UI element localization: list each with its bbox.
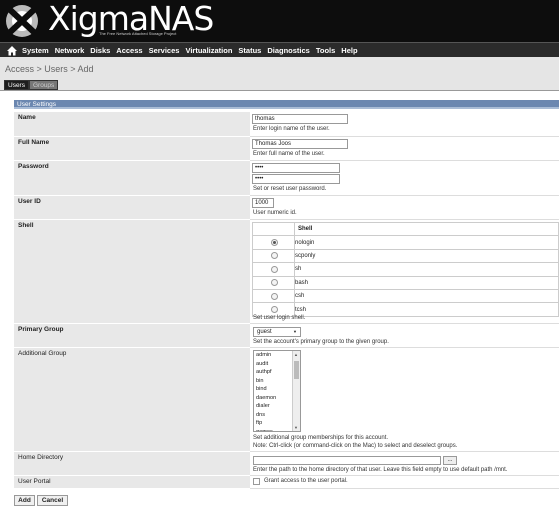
home-directory-label: Home Directory (14, 452, 250, 476)
list-scrollbar[interactable]: ▲ ▼ (292, 351, 300, 431)
shell-option-label: csh (294, 288, 559, 304)
shell-row[interactable]: scponly (252, 248, 559, 264)
group-option[interactable]: authpf (254, 368, 292, 377)
user-id-cell: 1000 User numeric id. (250, 196, 559, 220)
logo-subtitle: The Free Network Attached Storage Projec… (99, 31, 177, 36)
shell-radio-bash[interactable] (271, 279, 278, 287)
additional-group-desc: Set additional group memberships for thi… (253, 435, 389, 441)
shell-option-label: nologin (294, 235, 559, 250)
name-cell: thomas Enter login name of the user. (250, 112, 559, 137)
user-id-label: User ID (14, 196, 250, 220)
primary-group-select[interactable]: guest (253, 327, 301, 337)
full-name-cell: Thomas Joos Enter full name of the user. (250, 137, 559, 161)
scroll-up-icon[interactable]: ▲ (294, 352, 298, 357)
shell-row[interactable]: bash (252, 275, 559, 290)
user-id-input[interactable]: 1000 (252, 198, 274, 208)
full-name-label: Full Name (14, 137, 250, 161)
shell-table: Shell nologin scponly sh bash csh tcsh (252, 221, 559, 317)
shell-header-row: Shell (252, 221, 559, 237)
tab-groups[interactable]: Groups (28, 80, 59, 90)
tab-users[interactable]: Users (4, 80, 29, 90)
logo-icon (3, 3, 41, 39)
user-portal-checkbox[interactable] (253, 478, 260, 485)
password-input[interactable]: •••• (252, 163, 340, 173)
group-option[interactable]: ftp (254, 419, 292, 428)
full-name-input[interactable]: Thomas Joos (252, 139, 348, 149)
nav-disks[interactable]: Disks (90, 46, 110, 55)
user-id-desc: User numeric id. (253, 210, 297, 216)
shell-option-label: scponly (294, 248, 559, 264)
nav-access[interactable]: Access (116, 46, 142, 55)
name-label: Name (14, 112, 250, 137)
tab-bar: Users Groups (4, 80, 59, 90)
divider (0, 90, 559, 91)
full-name-desc: Enter full name of the user. (253, 151, 325, 157)
shell-row[interactable]: sh (252, 262, 559, 277)
nav-help[interactable]: Help (341, 46, 357, 55)
scroll-thumb[interactable] (294, 361, 299, 379)
shell-col-header: Shell (294, 221, 559, 237)
primary-group-desc: Set the account's primary group to the g… (253, 339, 389, 345)
group-option[interactable]: audit (254, 360, 292, 369)
name-desc: Enter login name of the user. (253, 126, 330, 132)
scroll-down-icon[interactable]: ▼ (294, 425, 298, 430)
browse-button[interactable]: ... (443, 456, 457, 465)
nav-services[interactable]: Services (149, 46, 180, 55)
header-bar: XigmaNAS The Free Network Attached Stora… (0, 0, 559, 42)
group-option[interactable]: bind (254, 385, 292, 394)
shell-option-label: bash (294, 275, 559, 290)
primary-group-label: Primary Group (14, 324, 250, 348)
shell-desc: Set user login shell. (253, 315, 306, 321)
cancel-button[interactable]: Cancel (37, 495, 68, 506)
group-option[interactable]: admin (254, 351, 292, 360)
group-option[interactable]: games (254, 428, 292, 432)
nav-status[interactable]: Status (238, 46, 261, 55)
shell-row[interactable]: csh (252, 288, 559, 304)
additional-group-list[interactable]: admin audit authpf bin bind daemon diale… (253, 350, 301, 432)
section-header: User Settings (14, 100, 559, 109)
nav-diagnostics[interactable]: Diagnostics (267, 46, 310, 55)
additional-group-label: Additional Group (14, 348, 250, 452)
shell-radio-nologin[interactable] (271, 239, 278, 247)
shell-radio-sh[interactable] (271, 265, 278, 273)
home-directory-desc: Enter the path to the home directory of … (253, 467, 508, 473)
shell-radio-tcsh[interactable] (271, 306, 278, 314)
nav-system[interactable]: System (22, 46, 49, 55)
group-option[interactable]: dialer (254, 402, 292, 411)
shell-row[interactable]: nologin (252, 235, 559, 250)
shell-radio-scponly[interactable] (271, 252, 278, 260)
home-icon[interactable] (6, 45, 18, 56)
shell-option-label: tcsh (294, 302, 559, 317)
group-option[interactable]: daemon (254, 394, 292, 403)
nav-tools[interactable]: Tools (316, 46, 335, 55)
main-nav: System Network Disks Access Services Vir… (0, 42, 559, 57)
add-button[interactable]: Add (14, 495, 35, 506)
nav-network[interactable]: Network (55, 46, 85, 55)
additional-group-note: Note: Ctrl-click (or command-click on th… (253, 443, 458, 449)
shell-label: Shell (14, 220, 250, 324)
group-option[interactable]: dns (254, 411, 292, 420)
shell-option-label: sh (294, 262, 559, 277)
password-cell: •••• •••• Set or reset user password. (250, 161, 559, 196)
group-option[interactable]: bin (254, 377, 292, 386)
shell-radio-csh[interactable] (271, 292, 278, 300)
user-portal-label: User Portal (14, 476, 250, 489)
password-label: Password (14, 161, 250, 196)
password-desc: Set or reset user password. (253, 186, 327, 192)
nav-virtualization[interactable]: Virtualization (185, 46, 232, 55)
password-confirm-input[interactable]: •••• (252, 174, 340, 184)
shell-col-blank (252, 221, 295, 237)
user-portal-desc: Grant access to the user portal. (264, 478, 348, 484)
breadcrumb: Access > Users > Add (5, 64, 94, 74)
home-directory-input[interactable] (253, 456, 441, 465)
name-input[interactable]: thomas (252, 114, 348, 124)
